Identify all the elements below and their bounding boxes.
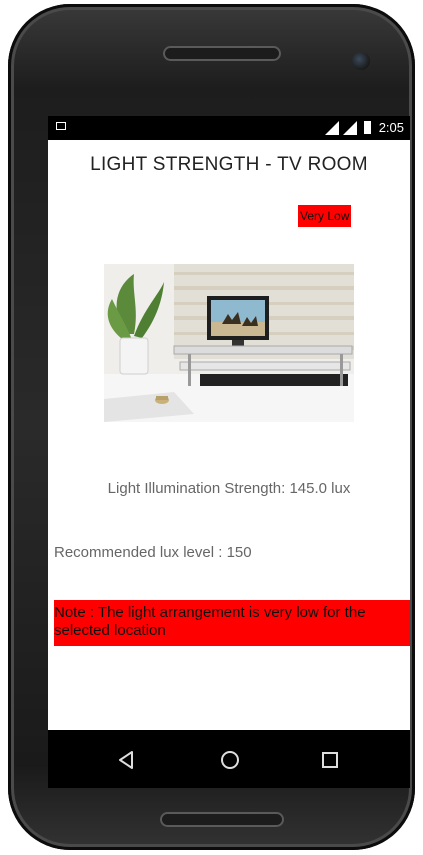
light-level-badge: Very Low bbox=[298, 205, 352, 227]
phone-frame: 2:05 LIGHT STRENGTH - TV ROOM Very Low L… bbox=[8, 4, 415, 850]
status-time: 2:05 bbox=[378, 120, 404, 135]
earpiece-speaker bbox=[163, 46, 281, 61]
recents-icon[interactable] bbox=[319, 749, 341, 771]
battery-icon bbox=[363, 121, 371, 134]
tv-room-image bbox=[104, 264, 354, 422]
app-screen: 2:05 LIGHT STRENGTH - TV ROOM Very Low L… bbox=[48, 116, 410, 788]
signal-icon bbox=[342, 120, 357, 135]
signal-icon bbox=[324, 120, 339, 135]
home-icon[interactable] bbox=[219, 749, 241, 771]
bottom-speaker bbox=[160, 812, 284, 827]
recommended-lux-text: Recommended lux level : 150 bbox=[54, 544, 252, 561]
navigation-bar bbox=[48, 730, 410, 788]
status-icons: 2:05 bbox=[324, 120, 404, 135]
front-camera bbox=[352, 52, 370, 70]
page-title: LIGHT STRENGTH - TV ROOM bbox=[90, 154, 368, 175]
status-bar: 2:05 bbox=[48, 116, 410, 140]
illumination-strength-text: Light Illumination Strength: 145.0 lux bbox=[107, 480, 351, 497]
warning-note: Note : The light arrangement is very low… bbox=[54, 600, 410, 646]
image-notification-icon bbox=[56, 122, 66, 130]
back-icon[interactable] bbox=[116, 749, 138, 771]
